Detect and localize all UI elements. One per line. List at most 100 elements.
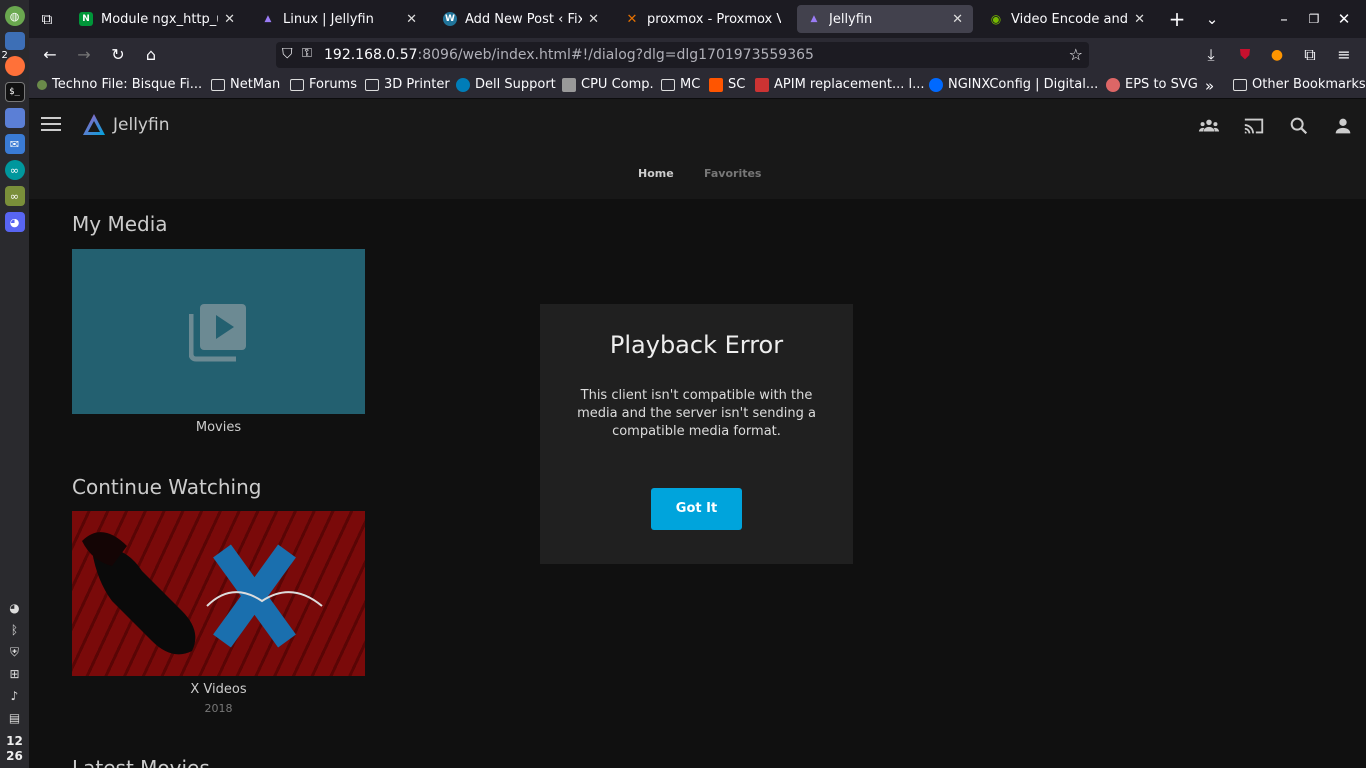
back-icon[interactable]: ← <box>39 44 61 66</box>
dell-icon <box>456 77 470 92</box>
shield-icon[interactable]: ⛉ <box>282 46 293 62</box>
close-tab-icon[interactable]: ✕ <box>588 12 599 27</box>
reload-icon[interactable]: ↻ <box>107 44 129 66</box>
cloud-icon <box>1106 77 1120 92</box>
user-profile-icon[interactable] <box>1332 115 1354 137</box>
jellyfin-app: Jellyfin Home Favorites My Media Movies … <box>29 99 1366 768</box>
tab-home[interactable]: Home <box>638 167 674 180</box>
arduino-icon[interactable]: ∞ <box>4 160 25 180</box>
downloads-icon[interactable]: ⤓ <box>1200 44 1222 66</box>
workspace-number: 2 <box>1 50 8 61</box>
tab-ngx-module[interactable]: N Module ngx_http_up ✕ <box>69 5 245 33</box>
tab-proxmox[interactable]: ✕ proxmox - Proxmox V <box>615 5 791 33</box>
proxmox-favicon-icon: ✕ <box>626 11 638 27</box>
firefox-icon[interactable]: 2 <box>2 50 25 76</box>
new-tab-icon[interactable]: + <box>1167 9 1187 29</box>
jellyfin-logo[interactable]: Jellyfin <box>81 112 169 138</box>
chevron-down-icon[interactable]: ⌄ <box>1202 9 1222 29</box>
bookmark-netman[interactable]: NetMan <box>211 77 280 92</box>
apim-icon <box>755 77 769 92</box>
music-icon[interactable]: ♪ <box>7 688 23 704</box>
shield-icon[interactable]: ⛨ <box>7 644 23 660</box>
files-icon[interactable] <box>4 32 25 50</box>
tab-linux-jellyfin[interactable]: ▲ Linux | Jellyfin ✕ <box>251 5 427 33</box>
bookmark-favicon-icon <box>37 79 47 90</box>
menu-icon[interactable]: ≡ <box>1333 44 1355 66</box>
discord-icon[interactable]: ◕ <box>4 212 25 232</box>
bookmark-eps-to-svg[interactable]: EPS to SVG <box>1106 77 1198 92</box>
folder-icon <box>661 78 675 91</box>
url-host: 192.168.0.57 <box>324 47 418 63</box>
bookmark-sc[interactable]: SC <box>709 77 745 92</box>
bookmark-dell-support[interactable]: Dell Support <box>456 77 556 92</box>
clipboard-icon[interactable]: ▤ <box>7 710 23 726</box>
network-icon[interactable]: ⊞ <box>7 666 23 682</box>
mail-icon[interactable]: ✉ <box>4 134 25 154</box>
close-tab-icon[interactable]: ✕ <box>224 12 235 27</box>
discord-tray-icon[interactable]: ◕ <box>7 600 23 616</box>
browser-chrome: ⧉ N Module ngx_http_up ✕ ▲ Linux | Jelly… <box>29 0 1366 99</box>
folder-icon[interactable] <box>4 108 25 128</box>
folder-icon <box>290 78 304 91</box>
more-bookmarks-icon[interactable]: » <box>1205 77 1214 95</box>
bookmark-apim[interactable]: APIM replacement... l... <box>755 77 924 92</box>
nvidia-favicon-icon: ◉ <box>990 12 1002 26</box>
wordpress-favicon-icon: W <box>443 12 457 26</box>
dialog-message: This client isn't compatible with the me… <box>577 388 816 439</box>
close-tab-icon[interactable]: ✕ <box>1134 12 1145 27</box>
my-media-title[interactable]: My Media <box>72 212 168 236</box>
folder-icon <box>365 78 379 91</box>
clock[interactable]: 12 26 <box>6 734 23 764</box>
url-bar[interactable]: ⛉ ⚿ 192.168.0.57:8096/web/index.html#!/d… <box>276 42 1089 68</box>
cw-item-year: 2018 <box>204 702 233 715</box>
bookmark-forums[interactable]: Forums <box>290 77 357 92</box>
tab-jellyfin[interactable]: ▲ Jellyfin ✕ <box>797 5 973 33</box>
tab-favorites[interactable]: Favorites <box>704 167 761 180</box>
home-icon[interactable]: ⌂ <box>140 44 162 66</box>
terminal-icon[interactable]: $_ <box>4 82 25 102</box>
bookmark-techno-file[interactable]: Techno File: Bisque Fi... <box>37 77 202 92</box>
mint-menu-icon[interactable]: ◍ <box>4 6 25 26</box>
video-library-icon <box>189 304 246 362</box>
continue-watching-card[interactable] <box>72 511 365 676</box>
close-tab-icon[interactable]: ✕ <box>952 12 963 27</box>
cw-item-title[interactable]: X Videos <box>72 682 365 697</box>
restore-icon[interactable]: ❐ <box>1304 9 1324 29</box>
tab-bar: ⧉ N Module ngx_http_up ✕ ▲ Linux | Jelly… <box>29 0 1366 38</box>
latest-title[interactable]: Latest Movies <box>72 756 210 768</box>
close-window-icon[interactable]: ✕ <box>1334 9 1354 29</box>
extension-orange-icon[interactable]: ● <box>1266 44 1288 66</box>
bookmark-nginxconfig[interactable]: NGINXConfig | Digital... <box>929 77 1098 92</box>
lock-icon[interactable]: ⚿ <box>302 46 312 61</box>
hamburger-menu-icon[interactable] <box>41 117 61 133</box>
search-icon[interactable] <box>1288 115 1310 137</box>
nginx-favicon-icon: N <box>79 12 93 26</box>
bookmark-cpu-comp[interactable]: CPU Comp. <box>562 77 654 92</box>
folder-icon <box>211 78 225 91</box>
close-tab-icon[interactable]: ✕ <box>406 12 417 27</box>
users-icon[interactable] <box>1198 115 1220 137</box>
bookmarks-bar: Techno File: Bisque Fi... NetMan Forums … <box>29 72 1366 99</box>
got-it-button[interactable]: Got It <box>651 488 742 530</box>
digitalocean-icon <box>929 77 943 92</box>
folder-icon <box>1233 78 1247 91</box>
continue-watching-title[interactable]: Continue Watching <box>72 475 261 499</box>
ublock-icon[interactable]: ⛊ <box>1234 44 1256 66</box>
extensions-icon[interactable]: ⧉ <box>1299 44 1321 66</box>
bookmark-star-icon[interactable]: ☆ <box>1069 45 1083 64</box>
tab-add-new-post[interactable]: W Add New Post ‹ Fix It ✕ <box>433 5 609 33</box>
bookmark-3d-printer[interactable]: 3D Printer <box>365 77 450 92</box>
movies-card[interactable] <box>72 249 365 414</box>
bookmark-other[interactable]: Other Bookmarks <box>1233 77 1366 92</box>
tab-list-icon[interactable]: ⧉ <box>37 9 57 29</box>
bookmark-mc[interactable]: MC <box>661 77 700 92</box>
bluetooth-icon[interactable]: ᛒ <box>7 622 23 638</box>
minimize-icon[interactable]: – <box>1274 9 1294 29</box>
url-path: :8096/web/index.html#!/dialog?dlg=dlg170… <box>417 47 814 63</box>
os-panel: ◍ 2 $_ ✉ ∞ ∞ ◕ ◕ ᛒ ⛨ ⊞ ♪ ▤ 12 26 <box>0 0 29 768</box>
movies-label[interactable]: Movies <box>72 420 365 435</box>
minecraft-icon[interactable]: ∞ <box>4 186 25 206</box>
tab-video-encode[interactable]: ◉ Video Encode and De ✕ <box>979 5 1155 33</box>
cast-icon[interactable] <box>1243 115 1265 137</box>
forward-icon[interactable]: → <box>73 44 95 66</box>
